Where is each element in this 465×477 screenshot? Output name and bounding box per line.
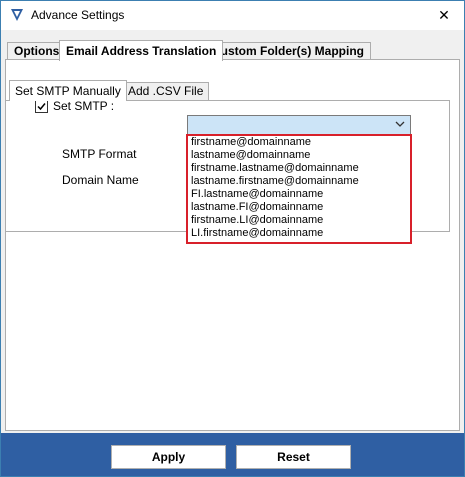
reset-button[interactable]: Reset <box>236 445 351 469</box>
chevron-down-icon <box>395 121 405 127</box>
set-smtp-row: Set SMTP : <box>35 99 114 113</box>
tab-set-smtp-manually[interactable]: Set SMTP Manually <box>9 80 127 101</box>
dropdown-option[interactable]: FI.lastname@domainname <box>191 188 407 201</box>
window-title: Advance Settings <box>31 8 125 22</box>
advance-settings-window: Advance Settings ✕ Options Email Address… <box>0 0 465 477</box>
dropdown-option[interactable]: lastname@domainname <box>191 149 407 162</box>
checkmark-icon <box>37 102 46 110</box>
dropdown-option[interactable]: lastname.FI@domainname <box>191 201 407 214</box>
set-smtp-checkbox[interactable] <box>35 99 48 113</box>
tab-email-address-translation[interactable]: Email Address Translation <box>59 40 224 61</box>
title-bar: Advance Settings ✕ <box>1 1 464 30</box>
tab-custom-folder-mapping[interactable]: Custom Folder(s) Mapping <box>205 42 371 60</box>
smtp-format-combobox[interactable] <box>187 115 411 135</box>
dropdown-option[interactable]: firstname@domainname <box>191 136 407 149</box>
tab-options[interactable]: Options <box>7 42 67 60</box>
set-smtp-label: Set SMTP : <box>53 99 115 113</box>
app-logo-icon <box>11 9 23 21</box>
close-button[interactable]: ✕ <box>424 1 464 30</box>
tab-add-csv-file[interactable]: Add .CSV File <box>122 82 210 100</box>
smtp-format-dropdown-list: firstname@domainname lastname@domainname… <box>186 134 412 244</box>
dropdown-option[interactable]: lastname.firstname@domainname <box>191 175 407 188</box>
apply-button[interactable]: Apply <box>111 445 226 469</box>
dropdown-option[interactable]: LI.firstname@domainname <box>191 227 407 240</box>
close-icon: ✕ <box>438 7 450 23</box>
smtp-format-label: SMTP Format <box>62 147 137 161</box>
dropdown-option[interactable]: firstname.LI@domainname <box>191 214 407 227</box>
dropdown-option[interactable]: firstname.lastname@domainname <box>191 162 407 175</box>
footer-bar: Apply Reset <box>1 433 464 476</box>
domain-name-label: Domain Name <box>62 173 139 187</box>
